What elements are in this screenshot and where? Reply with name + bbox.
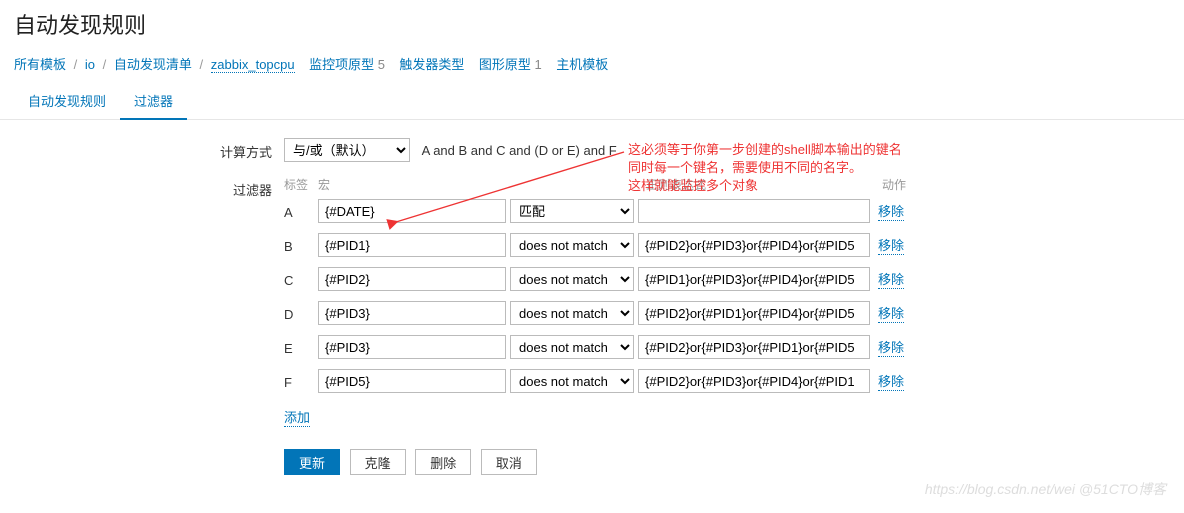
filter-grid: 标签 宏 正则表达式 动作 A匹配移除Bdoes not match移除Cdoe…: [284, 176, 1170, 427]
regexp-input[interactable]: [638, 369, 870, 393]
regexp-input[interactable]: [638, 335, 870, 359]
bc-discovery-list[interactable]: 自动发现清单: [114, 57, 192, 72]
remove-link[interactable]: 移除: [878, 269, 904, 289]
filter-row: Bdoes not match 移除: [284, 233, 1170, 257]
formula-text: A and B and C and (D or E) and F: [422, 143, 617, 158]
filter-row: Cdoes not match 移除: [284, 267, 1170, 291]
operator-select[interactable]: does not match: [510, 233, 634, 257]
filter-row: Ddoes not match 移除: [284, 301, 1170, 325]
row-letter: F: [284, 373, 318, 390]
cancel-button[interactable]: 取消: [481, 449, 537, 475]
tab-discovery[interactable]: 自动发现规则: [14, 83, 120, 120]
bc-trigger-proto[interactable]: 触发器类型: [399, 57, 464, 72]
bc-io[interactable]: io: [85, 57, 95, 72]
remove-link[interactable]: 移除: [878, 337, 904, 357]
head-action: 动作: [882, 176, 932, 193]
operator-select[interactable]: does not match: [510, 267, 634, 291]
operator-select[interactable]: 匹配: [510, 199, 634, 223]
remove-link[interactable]: 移除: [878, 371, 904, 391]
remove-link[interactable]: 移除: [878, 235, 904, 255]
clone-button[interactable]: 克隆: [350, 449, 406, 475]
remove-link[interactable]: 移除: [878, 201, 904, 221]
filter-row: A 匹配 移除: [284, 199, 1170, 223]
filter-row: Fdoes not match 移除: [284, 369, 1170, 393]
form-area: 计算方式 与/或（默认） A and B and C and (D or E) …: [0, 120, 1184, 513]
button-bar: 更新 克隆 删除 取消: [284, 449, 1170, 475]
macro-input[interactable]: [318, 233, 506, 257]
tab-filter[interactable]: 过滤器: [120, 83, 187, 120]
page-title: 自动发现规则: [0, 0, 1184, 52]
row-letter: B: [284, 237, 318, 254]
bc-all-templates[interactable]: 所有模板: [14, 57, 66, 72]
bc-host-proto[interactable]: 主机模板: [556, 57, 608, 72]
operator-select[interactable]: does not match: [510, 335, 634, 359]
macro-input[interactable]: [318, 369, 506, 393]
add-filter-link[interactable]: 添加: [284, 407, 310, 427]
row-letter: E: [284, 339, 318, 356]
regexp-input[interactable]: [638, 301, 870, 325]
head-label: 标签: [284, 176, 318, 193]
bc-item-proto[interactable]: 监控项原型: [309, 57, 374, 72]
regexp-input[interactable]: [638, 199, 870, 223]
row-letter: D: [284, 305, 318, 322]
macro-input[interactable]: [318, 199, 506, 223]
delete-button[interactable]: 删除: [415, 449, 471, 475]
head-macro: 宏: [318, 176, 514, 193]
bc-graph-count: 1: [535, 57, 542, 72]
bc-graph-proto[interactable]: 图形原型: [479, 57, 531, 72]
update-button[interactable]: 更新: [284, 449, 340, 475]
operator-select[interactable]: does not match: [510, 369, 634, 393]
regexp-input[interactable]: [638, 233, 870, 257]
macro-input[interactable]: [318, 335, 506, 359]
tabs: 自动发现规则 过滤器: [0, 83, 1184, 120]
bc-topcpu[interactable]: zabbix_topcpu: [211, 57, 295, 73]
calc-select[interactable]: 与/或（默认）: [284, 138, 410, 162]
calc-label: 计算方式: [14, 138, 284, 161]
macro-input[interactable]: [318, 301, 506, 325]
breadcrumb: 所有模板 / io / 自动发现清单 / zabbix_topcpu 监控项原型…: [0, 52, 1184, 83]
row-letter: C: [284, 271, 318, 288]
filter-row: Edoes not match 移除: [284, 335, 1170, 359]
regexp-input[interactable]: [638, 267, 870, 291]
filter-section-label: 过滤器: [14, 176, 284, 199]
macro-input[interactable]: [318, 267, 506, 291]
head-regexp: 正则表达式: [646, 176, 882, 193]
row-letter: A: [284, 203, 318, 220]
operator-select[interactable]: does not match: [510, 301, 634, 325]
bc-item-count: 5: [378, 57, 385, 72]
remove-link[interactable]: 移除: [878, 303, 904, 323]
